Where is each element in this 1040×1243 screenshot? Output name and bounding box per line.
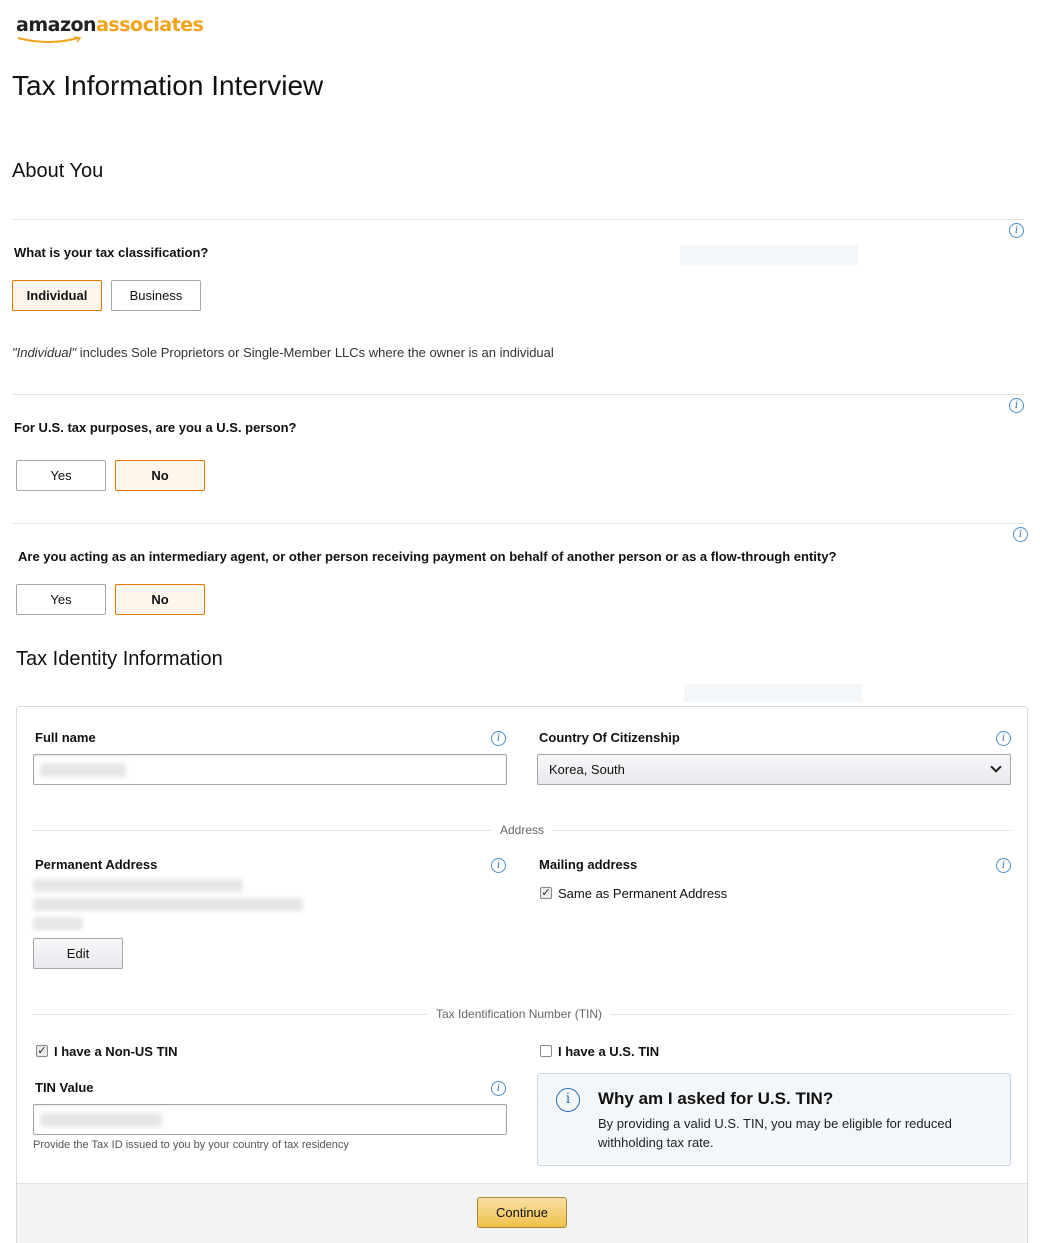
continue-button[interactable]: Continue — [477, 1197, 567, 1228]
info-icon[interactable]: i — [996, 858, 1011, 873]
business-button[interactable]: Business — [111, 280, 201, 311]
redacted-address-line — [33, 879, 243, 892]
intermediary-yes-button[interactable]: Yes — [16, 584, 106, 615]
intermediary-no-button[interactable]: No — [115, 584, 205, 615]
us-person-yes-button[interactable]: Yes — [16, 460, 106, 491]
info-icon[interactable]: i — [1009, 223, 1024, 238]
mailing-address-label: Mailing address — [539, 857, 638, 872]
divider — [12, 219, 1024, 220]
us-tin-checkbox[interactable] — [540, 1045, 552, 1057]
divider — [12, 394, 1024, 395]
individual-note: "Individual" includes Sole Proprietors o… — [12, 345, 554, 360]
tin-value-label: TIN Value — [35, 1080, 94, 1095]
full-name-input[interactable] — [33, 754, 507, 785]
individual-note-rest: includes Sole Proprietors or Single-Memb… — [76, 345, 554, 360]
screen-capture-overlay — [680, 245, 858, 265]
us-tin-label: I have a U.S. TIN — [558, 1044, 660, 1059]
tin-divider-label: Tax Identification Number (TIN) — [428, 1007, 611, 1021]
full-name-label: Full name — [35, 730, 96, 745]
info-icon: i — [556, 1088, 580, 1112]
tax-identity-heading: Tax Identity Information — [16, 648, 223, 670]
info-icon[interactable]: i — [491, 731, 506, 746]
us-person-question: For U.S. tax purposes, are you a U.S. pe… — [14, 420, 297, 435]
country-of-citizenship-label: Country Of Citizenship — [539, 730, 680, 745]
tax-classification-question: What is your tax classification? — [14, 245, 209, 260]
permanent-address-label: Permanent Address — [35, 857, 158, 872]
country-selected-value: Korea, South — [549, 762, 625, 777]
info-icon[interactable]: i — [491, 1081, 506, 1096]
about-you-heading: About You — [12, 160, 104, 182]
amazon-smile-icon — [17, 36, 82, 43]
info-icon[interactable]: i — [996, 731, 1011, 746]
individual-button[interactable]: Individual — [12, 280, 102, 311]
page-title: Tax Information Interview — [12, 70, 324, 101]
tin-value-input[interactable] — [33, 1104, 507, 1135]
non-us-tin-checkbox[interactable]: ✓ — [36, 1045, 48, 1057]
address-divider-label: Address — [492, 823, 553, 837]
same-as-permanent-label: Same as Permanent Address — [558, 886, 728, 901]
edit-address-button[interactable]: Edit — [33, 938, 123, 969]
country-of-citizenship-select[interactable]: Korea, South — [537, 754, 1011, 785]
divider — [12, 523, 1024, 524]
why-us-tin-title: Why am I asked for U.S. TIN? — [598, 1089, 834, 1108]
redacted-address-line — [33, 898, 303, 911]
us-person-no-button[interactable]: No — [115, 460, 205, 491]
info-icon[interactable]: i — [491, 858, 506, 873]
why-us-tin-box: i Why am I asked for U.S. TIN? By provid… — [537, 1073, 1011, 1166]
intermediary-question: Are you acting as an intermediary agent,… — [18, 549, 837, 564]
individual-note-em: "Individual" — [12, 345, 77, 360]
redacted-address-line — [33, 917, 83, 930]
redacted-value — [40, 763, 126, 777]
amazon-associates-logo: amazonassociates — [16, 14, 204, 36]
non-us-tin-label: I have a Non-US TIN — [54, 1044, 178, 1059]
tin-hint: Provide the Tax ID issued to you by your… — [33, 1139, 349, 1151]
logo-associates-text: associates — [96, 14, 204, 36]
logo-amazon-text: amazon — [16, 14, 97, 36]
chevron-down-icon — [990, 761, 1002, 773]
redacted-value — [40, 1113, 162, 1127]
screen-capture-overlay — [684, 684, 862, 702]
info-icon[interactable]: i — [1013, 527, 1028, 542]
same-as-permanent-checkbox[interactable]: ✓ — [540, 887, 552, 899]
why-us-tin-body: By providing a valid U.S. TIN, you may b… — [598, 1116, 952, 1150]
info-icon[interactable]: i — [1009, 398, 1024, 413]
